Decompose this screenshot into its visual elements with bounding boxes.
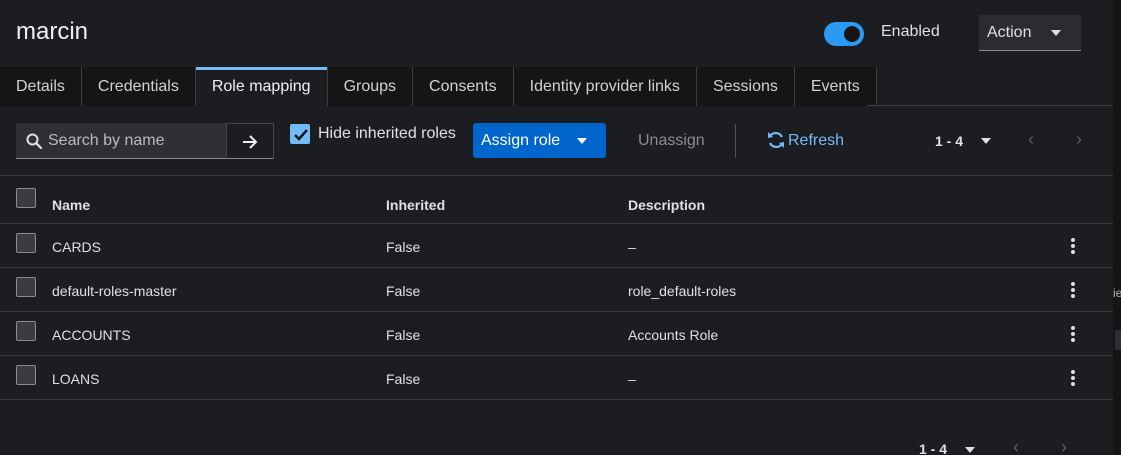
chevron-right-icon[interactable]: › <box>1061 437 1067 455</box>
role-description: role_default-roles <box>628 283 737 299</box>
role-name: default-roles-master <box>52 283 177 299</box>
scrollbar-thumb[interactable] <box>1115 330 1121 350</box>
adjacent-window-edge <box>1113 0 1121 455</box>
role-name: LOANS <box>52 371 100 387</box>
tab-role-mapping[interactable]: Role mapping <box>195 67 328 106</box>
tab-sessions[interactable]: Sessions <box>696 67 795 106</box>
assign-role-button[interactable]: Assign role <box>473 123 606 158</box>
role-inherited: False <box>386 371 421 387</box>
check-icon <box>294 129 308 141</box>
kebab-menu-icon[interactable] <box>1070 326 1076 344</box>
row-checkbox[interactable] <box>16 233 36 253</box>
toolbar-divider <box>735 124 736 158</box>
refresh-icon[interactable] <box>767 131 785 149</box>
page-header: marcin Enabled Action <box>0 0 1113 67</box>
chevron-right-icon[interactable]: › <box>1076 129 1082 150</box>
caret-down-icon <box>1051 30 1061 36</box>
table-row: default-roles-master False role_default-… <box>0 268 1113 312</box>
action-label: Action <box>987 24 1032 41</box>
role-description: Accounts Role <box>628 327 719 343</box>
page-title: marcin <box>16 18 89 45</box>
search-placeholder: Search by name <box>48 132 165 149</box>
assign-role-label: Assign role <box>481 132 561 149</box>
kebab-menu-icon[interactable] <box>1070 238 1076 256</box>
column-header-inherited: Inherited <box>386 197 446 213</box>
bottom-pagination-range[interactable]: 1 - 4 <box>919 441 947 455</box>
tab-events[interactable]: Events <box>794 67 877 106</box>
unassign-button[interactable]: Unassign <box>638 132 705 150</box>
select-all-checkbox[interactable] <box>16 188 36 208</box>
role-inherited: False <box>386 327 421 343</box>
role-description: – <box>628 239 636 255</box>
adjacent-window-text: ie <box>1113 286 1121 300</box>
table-header: Name Inherited Description <box>0 176 1113 224</box>
role-name: ACCOUNTS <box>52 327 131 343</box>
chevron-left-icon[interactable]: ‹ <box>1013 437 1019 455</box>
search-input[interactable]: Search by name <box>16 123 226 159</box>
row-checkbox[interactable] <box>16 321 36 341</box>
caret-down-icon[interactable] <box>965 447 975 453</box>
role-name: CARDS <box>52 239 102 255</box>
row-checkbox[interactable] <box>16 277 36 297</box>
hide-inherited-checkbox[interactable] <box>290 124 310 144</box>
toggle-knob <box>844 26 860 42</box>
role-inherited: False <box>386 283 421 299</box>
tab-details[interactable]: Details <box>0 67 82 106</box>
table-row: CARDS False – <box>0 224 1113 268</box>
toolbar: Search by name Hide inherited roles Assi… <box>0 106 1113 176</box>
kebab-menu-icon[interactable] <box>1070 282 1076 300</box>
tab-groups[interactable]: Groups <box>327 67 414 106</box>
chevron-left-icon[interactable]: ‹ <box>1028 129 1034 150</box>
search-icon <box>26 133 42 149</box>
caret-down-icon[interactable] <box>981 138 991 144</box>
arrow-right-icon <box>243 135 258 149</box>
tab-credentials[interactable]: Credentials <box>81 67 196 106</box>
role-inherited: False <box>386 239 421 255</box>
refresh-button[interactable]: Refresh <box>788 132 844 150</box>
action-dropdown-button[interactable]: Action <box>979 15 1081 51</box>
row-checkbox[interactable] <box>16 365 36 385</box>
enabled-toggle[interactable] <box>824 22 864 46</box>
table-row: ACCOUNTS False Accounts Role <box>0 312 1113 356</box>
role-description: – <box>628 371 636 387</box>
hide-inherited-label: Hide inherited roles <box>318 125 456 142</box>
column-header-name[interactable]: Name <box>52 197 90 213</box>
pagination-range[interactable]: 1 - 4 <box>935 133 963 149</box>
search-submit-button[interactable] <box>226 123 274 159</box>
enabled-label: Enabled <box>881 23 940 40</box>
table-row: LOANS False – <box>0 356 1113 400</box>
column-header-description: Description <box>628 197 706 213</box>
tab-consents[interactable]: Consents <box>413 67 514 106</box>
tab-identity-provider-links[interactable]: Identity provider links <box>513 67 697 106</box>
tab-bar: Details Credentials Role mapping Groups … <box>0 67 877 106</box>
caret-down-icon <box>577 138 587 144</box>
kebab-menu-icon[interactable] <box>1070 370 1076 388</box>
